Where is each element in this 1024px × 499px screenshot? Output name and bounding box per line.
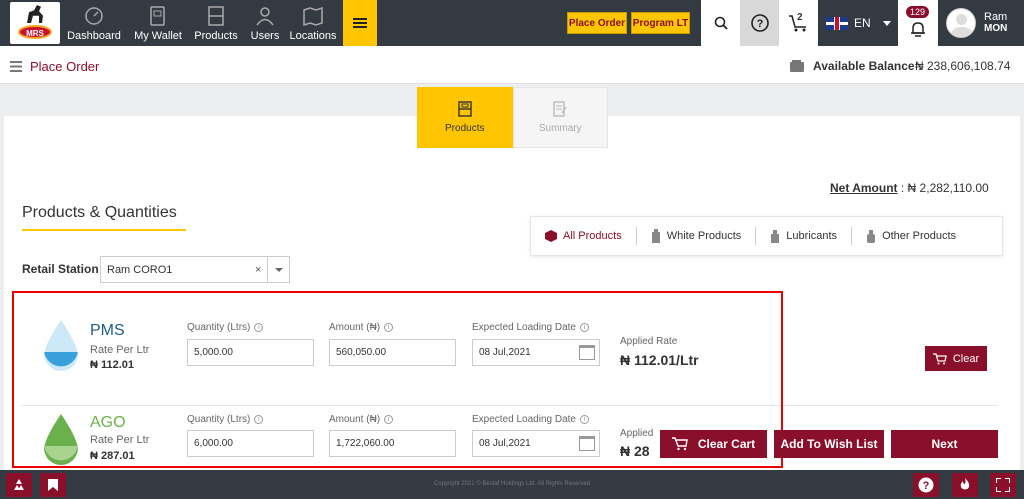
- nav-label: Products: [194, 30, 238, 42]
- oil-bottle-icon: [771, 230, 780, 243]
- list-icon: [10, 61, 22, 72]
- bottle-icon: [867, 230, 876, 243]
- products-step-icon: [458, 101, 472, 117]
- tab-label: White Products: [666, 230, 742, 242]
- next-button[interactable]: Next: [891, 430, 998, 458]
- step-label: Summary: [538, 123, 582, 134]
- hamburger-menu-button[interactable]: [343, 0, 377, 46]
- program-lt-button[interactable]: Program LT: [631, 12, 690, 34]
- cart-icon: [932, 352, 947, 364]
- hamburger-icon: [353, 22, 367, 24]
- cart-button[interactable]: 2: [779, 0, 818, 46]
- cart-icon: [671, 437, 688, 451]
- logo-text: MRS: [18, 25, 52, 39]
- balance-value: ₦ 238,606,108.74: [915, 59, 1011, 73]
- footer: Copyright 2021 © Bestaf Holdings Ltd. Al…: [0, 470, 1024, 499]
- horse-icon: [27, 5, 43, 23]
- cart-count: 2: [797, 12, 803, 23]
- top-bar: MRS Dashboard My Wallet Products Users L…: [0, 0, 1024, 46]
- tab-label: All Products: [563, 230, 622, 242]
- nav-users[interactable]: Users: [246, 0, 284, 46]
- tab-all-products[interactable]: All Products: [531, 227, 637, 245]
- nav-label: Users: [250, 30, 280, 42]
- net-amount-label: Net Amount: [830, 181, 898, 195]
- svg-text:?: ?: [923, 480, 930, 492]
- balance-label: Available Balance :: [813, 59, 922, 73]
- section-title-underline: [22, 229, 186, 231]
- tab-label: Other Products: [882, 230, 957, 242]
- wizard-steps: Products Summary: [417, 87, 608, 148]
- map-icon: [303, 6, 323, 26]
- wallet-icon: [150, 6, 165, 26]
- svg-text:?: ?: [756, 18, 763, 30]
- chevron-down-icon: [882, 20, 891, 26]
- section-title: Products & Quantities: [22, 204, 177, 221]
- search-icon: [714, 16, 728, 30]
- canister-icon: [651, 229, 660, 243]
- notification-badge: 129: [906, 6, 930, 18]
- wallet-balance-icon: [790, 60, 804, 72]
- users-icon: [256, 7, 274, 26]
- breadcrumb: Place Order Available Balance : ₦ 238,60…: [0, 46, 1024, 84]
- notifications-button[interactable]: 129: [898, 0, 938, 46]
- mrs-logo[interactable]: MRS: [10, 2, 60, 44]
- nav-dashboard[interactable]: Dashboard: [66, 0, 122, 46]
- dashboard-icon: [85, 7, 103, 25]
- clear-label: Clear: [952, 352, 980, 365]
- clear-selection-icon[interactable]: ×: [255, 264, 261, 276]
- dropdown-arrow-icon[interactable]: [267, 257, 289, 282]
- tab-white-products[interactable]: White Products: [637, 227, 757, 245]
- tab-label: Lubricants: [786, 230, 838, 242]
- copyright-text: Copyright 2021 © Bestaf Holdings Ltd. Al…: [433, 481, 591, 487]
- products-icon: [208, 6, 224, 26]
- user-last-name: MON: [984, 23, 1008, 34]
- step-products[interactable]: Products: [417, 87, 513, 148]
- retail-station-select[interactable]: Ram CORO1 ×: [100, 256, 290, 283]
- step-label: Products: [445, 123, 485, 134]
- help-footer-button[interactable]: ?: [913, 473, 939, 497]
- user-first-name: Ram: [984, 11, 1008, 23]
- nav-label: My Wallet: [134, 30, 182, 42]
- nav-locations[interactable]: Locations: [288, 0, 338, 46]
- fire-icon: [960, 478, 970, 490]
- summary-step-icon: [553, 101, 567, 117]
- bell-icon: [911, 22, 925, 37]
- language-label: EN: [854, 16, 871, 30]
- fire-button[interactable]: [952, 473, 978, 497]
- user-menu[interactable]: Ram MON: [938, 0, 1024, 46]
- cube-icon: [545, 230, 557, 242]
- nav-label: Locations: [289, 30, 337, 42]
- retail-station-value: Ram CORO1: [107, 263, 173, 276]
- nav-products[interactable]: Products: [192, 0, 240, 46]
- help-button[interactable]: ?: [740, 0, 779, 46]
- place-order-button[interactable]: Place Order: [567, 12, 627, 34]
- fullscreen-button[interactable]: [990, 473, 1016, 497]
- clear-row-button[interactable]: Clear: [925, 346, 987, 371]
- net-amount-value: : ₦ 2,282,110.00: [900, 181, 989, 195]
- tab-lubricants[interactable]: Lubricants: [756, 227, 853, 245]
- page-title: Place Order: [30, 59, 100, 74]
- question-icon: ?: [918, 477, 934, 493]
- net-amount: Net Amount : ₦ 2,282,110.00: [830, 181, 989, 195]
- clear-cart-button[interactable]: Clear Cart: [660, 430, 767, 458]
- add-to-wish-list-button[interactable]: Add To Wish List: [774, 430, 884, 458]
- tab-other-products[interactable]: Other Products: [852, 227, 970, 245]
- language-selector[interactable]: EN: [818, 0, 898, 46]
- step-summary[interactable]: Summary: [512, 87, 608, 148]
- nav-label: Dashboard: [67, 30, 121, 42]
- product-filter-tabs: All Products White Products Lubricants O…: [530, 216, 1003, 256]
- avatar: [946, 8, 976, 38]
- search-button[interactable]: [701, 0, 740, 46]
- question-icon: ?: [750, 14, 769, 32]
- retail-station-label: Retail Station: [22, 262, 99, 276]
- uk-flag-icon: [826, 16, 848, 30]
- clear-cart-label: Clear Cart: [697, 437, 756, 451]
- nav-my-wallet[interactable]: My Wallet: [130, 0, 186, 46]
- fullscreen-icon: [996, 478, 1010, 492]
